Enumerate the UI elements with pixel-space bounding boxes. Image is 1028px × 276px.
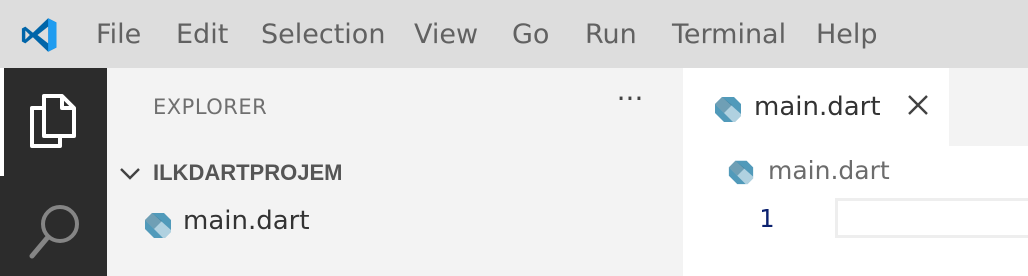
- line-number: 1: [759, 204, 775, 233]
- tab-main-dart[interactable]: main.dart: [683, 68, 949, 146]
- menu-edit[interactable]: Edit: [176, 18, 228, 52]
- explorer-sidebar: EXPLORER ··· ILKDARTPROJEM main.dart: [107, 68, 683, 276]
- menu-help[interactable]: Help: [816, 18, 878, 52]
- chevron-down-icon: [120, 168, 140, 180]
- menu-file[interactable]: File: [96, 18, 141, 52]
- files-icon: [30, 94, 76, 148]
- file-name: main.dart: [183, 206, 310, 236]
- code-line[interactable]: [835, 198, 1028, 238]
- sidebar-title: EXPLORER: [153, 95, 268, 119]
- menu-go[interactable]: Go: [512, 18, 549, 52]
- vscode-logo-icon: [21, 18, 57, 52]
- activity-bar: [0, 68, 107, 276]
- dart-file-icon: [145, 213, 171, 238]
- folder-name: ILKDARTPROJEM: [153, 160, 343, 185]
- tab-label: main.dart: [754, 92, 881, 122]
- active-indicator: [0, 68, 4, 176]
- activity-explorer-button[interactable]: [0, 68, 107, 176]
- close-icon[interactable]: [905, 92, 931, 118]
- search-icon[interactable]: [26, 202, 82, 262]
- dart-file-icon: [728, 160, 754, 185]
- menu-selection[interactable]: Selection: [261, 18, 385, 52]
- menu-bar: File Edit Selection View Go Run Terminal…: [0, 0, 1028, 68]
- file-item-main-dart[interactable]: main.dart: [107, 204, 683, 244]
- menu-terminal[interactable]: Terminal: [672, 18, 786, 52]
- folder-row[interactable]: ILKDARTPROJEM: [107, 156, 683, 192]
- editor-area: main.dart main.dart 1: [683, 68, 1028, 276]
- dart-file-icon: [715, 97, 741, 122]
- menu-view[interactable]: View: [414, 18, 478, 52]
- more-actions-button[interactable]: ···: [610, 84, 650, 114]
- tab-strip: main.dart: [683, 68, 1028, 146]
- menu-run[interactable]: Run: [585, 18, 637, 52]
- breadcrumb-file: main.dart: [768, 156, 890, 185]
